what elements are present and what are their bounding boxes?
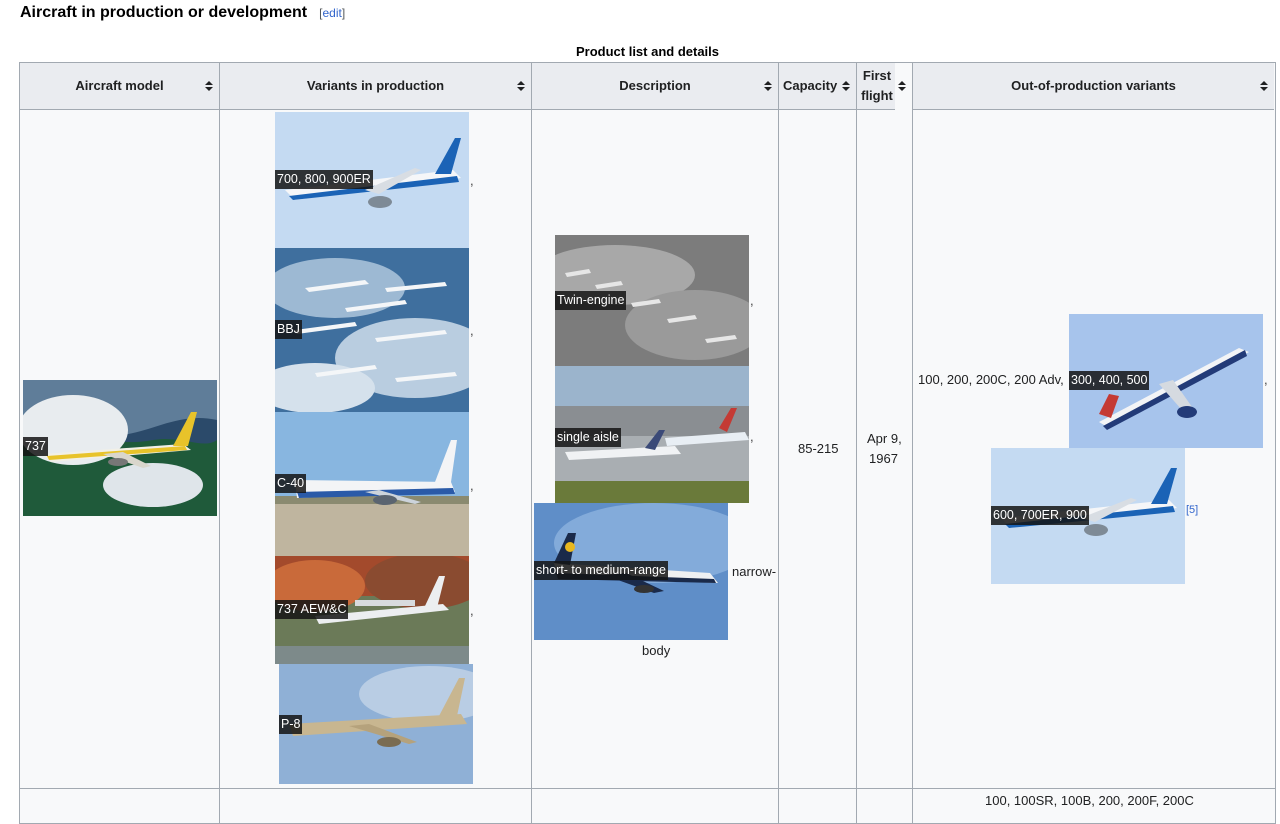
out-of-production-image-300-400-500[interactable]: 300, 400, 500	[1069, 314, 1263, 448]
sort-icon[interactable]	[898, 81, 906, 91]
header-aircraft-model[interactable]: Aircraft model	[20, 63, 219, 110]
section-heading: Aircraft in production or development [e…	[20, 4, 345, 28]
description-text-body: body	[642, 643, 671, 658]
variant-tag[interactable]: BBJ	[275, 320, 302, 339]
separator-dot: ,	[470, 603, 474, 618]
col-capacity: Capacity 85-215	[779, 63, 857, 823]
col-variants-in-production: Variants in production 700, 800, 900ER ,	[220, 63, 532, 823]
variant-image-700-800-900er[interactable]: 700, 800, 900ER	[275, 112, 469, 248]
edit-link-wrapper: [edit]	[319, 6, 345, 20]
header-label: First flight	[861, 68, 893, 103]
header-capacity[interactable]: Capacity	[779, 63, 856, 110]
variant-tag[interactable]: 737 AEW&C	[275, 600, 349, 619]
next-row-partial-text: 100, 100SR, 100B, 200, 200F, 200C	[985, 793, 1194, 808]
header-out-of-production[interactable]: Out-of-production variants	[913, 63, 1274, 110]
product-table: Aircraft model 737 Variants in productio…	[19, 62, 1276, 824]
sort-icon[interactable]	[842, 81, 850, 91]
row-divider	[20, 788, 1275, 789]
sort-icon[interactable]	[517, 81, 525, 91]
variant-image-c40[interactable]: C-40	[275, 412, 469, 556]
description-image-short-medium-range[interactable]: short- to medium-range	[534, 503, 728, 640]
description-text-narrow: narrow-	[732, 564, 777, 579]
header-label: Description	[619, 78, 691, 93]
section-title: Aircraft in production or development	[20, 4, 308, 21]
bracket-close: ]	[341, 6, 346, 20]
edit-link[interactable]: edit	[322, 6, 341, 20]
sort-icon[interactable]	[764, 81, 772, 91]
description-tag[interactable]: Twin-engine	[555, 291, 627, 310]
header-description[interactable]: Description	[532, 63, 778, 110]
header-label: Aircraft model	[75, 78, 164, 93]
description-image-twin-engine[interactable]: Twin-engine	[555, 235, 749, 366]
col-description: Description Twin-engine , single aisle ,…	[532, 63, 779, 823]
variant-image-737-aewc[interactable]: 737 AEW&C	[275, 556, 469, 664]
separator-dot: ,	[750, 293, 754, 308]
out-of-production-image-600-700er-900[interactable]: 600, 700ER, 900	[991, 448, 1185, 584]
header-variants-in-production[interactable]: Variants in production	[220, 63, 531, 110]
variant-tag[interactable]: P-8	[279, 715, 303, 734]
header-label: Out-of-production variants	[1011, 78, 1176, 93]
aircraft-image-737[interactable]: 737	[23, 380, 217, 516]
header-label: Capacity	[783, 78, 838, 93]
out-of-production-tag[interactable]: 600, 700ER, 900	[991, 506, 1089, 525]
variant-tag[interactable]: C-40	[275, 474, 307, 493]
description-tag[interactable]: short- to medium-range	[534, 561, 668, 580]
col-first-flight: First flight Apr 9, 1967	[857, 63, 913, 823]
separator-dot: ,	[470, 173, 474, 188]
separator-dot: ,	[1264, 372, 1268, 387]
separator-dot: ,	[470, 478, 474, 493]
separator-dot: ,	[470, 323, 474, 338]
out-of-production-tag[interactable]: 300, 400, 500	[1069, 371, 1150, 390]
sort-icon[interactable]	[205, 81, 213, 91]
col-aircraft-model: Aircraft model 737	[20, 63, 220, 823]
description-tag[interactable]: single aisle	[555, 428, 621, 447]
description-image-single-aisle[interactable]: single aisle	[555, 366, 749, 503]
sort-icon[interactable]	[1260, 81, 1268, 91]
table-caption: Product list and details	[575, 44, 720, 59]
out-of-production-prefix: 100, 200, 200C, 200 Adv,	[918, 372, 1064, 387]
separator-dot: ,	[750, 429, 754, 444]
first-flight-line-1: Apr 9,	[867, 431, 902, 446]
reference-link[interactable]: [5]	[1186, 504, 1198, 516]
header-first-flight[interactable]: First flight	[857, 63, 895, 110]
variant-image-p8[interactable]: P-8	[279, 664, 473, 784]
header-label: Variants in production	[306, 78, 445, 93]
variant-tag[interactable]: 700, 800, 900ER	[275, 170, 373, 189]
col-out-of-production: Out-of-production variants 100, 200, 200…	[913, 63, 1274, 823]
variant-tag-737[interactable]: 737	[23, 437, 48, 456]
capacity-value: 85-215	[798, 441, 839, 456]
variant-image-bbj[interactable]: BBJ	[275, 248, 469, 412]
first-flight-line-2: 1967	[869, 451, 898, 466]
